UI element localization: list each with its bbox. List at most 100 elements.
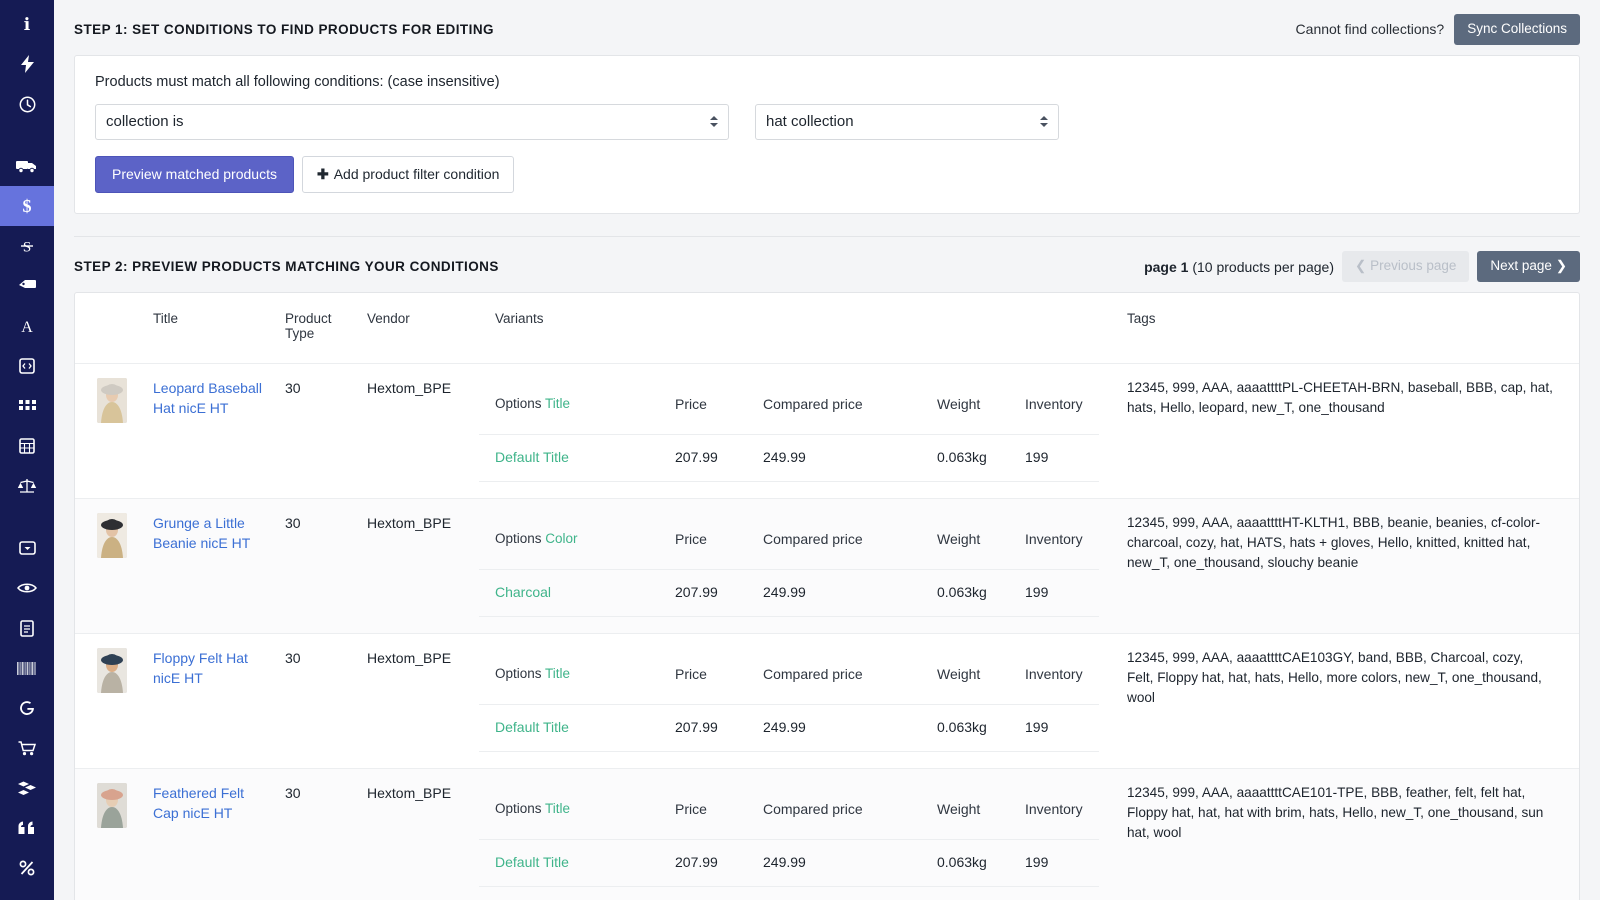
sidebar-item-preview[interactable] — [0, 568, 54, 608]
plus-icon: ✚ — [317, 166, 329, 182]
variants-head: Options TitlePriceCompared priceWeightIn… — [479, 378, 1099, 435]
variant-weight[interactable]: 0.063kg — [937, 840, 1025, 887]
variant-option-value[interactable]: Default Title — [479, 840, 675, 887]
variants-table: Options TitlePriceCompared priceWeightIn… — [479, 648, 1099, 752]
sidebar-item-inbox[interactable] — [0, 528, 54, 568]
variant-option-name: Color — [545, 531, 577, 546]
variant-inventory[interactable]: 199 — [1025, 840, 1099, 887]
sidebar-item-strike-s[interactable]: S — [0, 226, 54, 266]
condition-field-value: collection is — [106, 113, 184, 130]
variant-inventory[interactable]: 199 — [1025, 435, 1099, 482]
sidebar-item-boxes[interactable] — [0, 768, 54, 808]
col-tags-label: Tags — [1119, 311, 1156, 326]
sidebar-item-shipping[interactable] — [0, 146, 54, 186]
variant-price[interactable]: 207.99 — [675, 435, 763, 482]
product-thumbnail — [97, 378, 127, 423]
product-thumbnail-cell — [75, 499, 153, 634]
product-type-cell: 30 — [285, 364, 367, 499]
step1-title: STEP 1: SET CONDITIONS TO FIND PRODUCTS … — [74, 22, 494, 37]
variant-price[interactable]: 207.99 — [675, 570, 763, 617]
sidebar-item-font[interactable]: A — [0, 306, 54, 346]
percent-icon — [19, 860, 35, 876]
sidebar-item-spreadsheet[interactable] — [0, 426, 54, 466]
sidebar-item-info[interactable]: ℹ — [0, 4, 54, 44]
product-tags-value: 12345, 999, AAA, aaaattttCAE103GY, band,… — [1119, 648, 1579, 708]
variants-header-row: Options ColorPriceCompared priceWeightIn… — [479, 513, 1099, 570]
sidebar-item-google[interactable] — [0, 688, 54, 728]
sidebar-item-clock[interactable] — [0, 84, 54, 124]
variants-table: Options TitlePriceCompared priceWeightIn… — [479, 783, 1099, 887]
product-vendor-cell: Hextom_BPE — [367, 769, 479, 900]
product-title-link[interactable]: Leopard Baseball Hat nicE HT — [153, 378, 271, 418]
sync-collections-button[interactable]: Sync Collections — [1454, 14, 1580, 45]
sidebar-item-code-file[interactable] — [0, 346, 54, 386]
clock-icon — [19, 96, 36, 113]
table-row: Floppy Felt Hat nicE HT30Hextom_BPEOptio… — [75, 634, 1579, 769]
variant-col-weight: Weight — [937, 648, 1025, 705]
variant-price[interactable]: 207.99 — [675, 705, 763, 752]
variant-compared-price[interactable]: 249.99 — [763, 705, 937, 752]
variant-weight[interactable]: 0.063kg — [937, 705, 1025, 752]
sidebar-item-cart[interactable] — [0, 728, 54, 768]
eye-icon — [17, 582, 37, 594]
variant-option-value[interactable]: Charcoal — [479, 570, 675, 617]
variant-col-inventory: Inventory — [1025, 783, 1099, 840]
product-title-cell: Floppy Felt Hat nicE HT — [153, 634, 285, 769]
preview-matched-products-button[interactable]: Preview matched products — [95, 156, 294, 194]
sidebar-item-tag[interactable] — [0, 266, 54, 306]
variant-col-inventory: Inventory — [1025, 648, 1099, 705]
sidebar-item-document[interactable] — [0, 608, 54, 648]
product-title-cell: Feathered Felt Cap nicE HT — [153, 769, 285, 900]
add-product-filter-condition-button[interactable]: ✚Add product filter condition — [302, 156, 515, 194]
conditions-label: Products must match all following condit… — [95, 74, 1559, 90]
sidebar-item-barcode[interactable] — [0, 648, 54, 688]
variant-inventory[interactable]: 199 — [1025, 705, 1099, 752]
product-tags-cell: 12345, 999, AAA, aaaattttPL-CHEETAH-BRN,… — [1119, 364, 1579, 499]
variant-weight[interactable]: 0.063kg — [937, 435, 1025, 482]
sidebar-item-grid[interactable] — [0, 386, 54, 426]
product-vendor-cell: Hextom_BPE — [367, 364, 479, 499]
variant-option-value[interactable]: Default Title — [479, 435, 675, 482]
variant-weight[interactable]: 0.063kg — [937, 570, 1025, 617]
inbox-down-icon — [19, 541, 36, 555]
variant-col-inventory: Inventory — [1025, 378, 1099, 435]
products-table-body: Leopard Baseball Hat nicE HT30Hextom_BPE… — [75, 364, 1579, 900]
variant-option-value[interactable]: Default Title — [479, 705, 675, 752]
variant-inventory[interactable]: 199 — [1025, 570, 1099, 617]
product-vendor-value: Hextom_BPE — [367, 650, 451, 666]
google-g-icon — [19, 700, 35, 716]
product-tags-value: 12345, 999, AAA, aaaattttPL-CHEETAH-BRN,… — [1119, 378, 1579, 418]
left-sidebar: ℹ $ S A — [0, 0, 54, 900]
product-title-link[interactable]: Grunge a Little Beanie nicE HT — [153, 513, 271, 553]
next-page-button[interactable]: Next page ❯ — [1477, 251, 1580, 282]
variants-body: Default Title207.99249.990.063kg199 — [479, 705, 1099, 752]
condition-field-select[interactable]: collection is — [95, 104, 729, 140]
product-title-link[interactable]: Feathered Felt Cap nicE HT — [153, 783, 271, 823]
variant-price[interactable]: 207.99 — [675, 840, 763, 887]
product-tags-value: 12345, 999, AAA, aaaattttCAE101-TPE, BBB… — [1119, 783, 1579, 843]
variant-col-compared-price: Compared price — [763, 513, 937, 570]
variant-compared-price[interactable]: 249.99 — [763, 840, 937, 887]
sidebar-item-discount[interactable] — [0, 848, 54, 888]
variant-col-price: Price — [675, 648, 763, 705]
col-product-type: Product Type — [285, 293, 367, 364]
product-thumbnail — [97, 648, 127, 693]
page-number: page 1 — [1144, 259, 1188, 275]
product-title-link[interactable]: Floppy Felt Hat nicE HT — [153, 648, 271, 688]
sidebar-item-bolt[interactable] — [0, 44, 54, 84]
variant-col-weight: Weight — [937, 378, 1025, 435]
product-variants-cell: Options TitlePriceCompared priceWeightIn… — [479, 364, 1119, 499]
variant-option-name: Title — [545, 666, 570, 681]
variants-header-row: Options TitlePriceCompared priceWeightIn… — [479, 783, 1099, 840]
variant-col-compared-price: Compared price — [763, 378, 937, 435]
tag-icon — [18, 279, 37, 294]
conditions-panel: Products must match all following condit… — [74, 55, 1580, 215]
variant-compared-price[interactable]: 249.99 — [763, 435, 937, 482]
sidebar-item-quote[interactable] — [0, 808, 54, 848]
sidebar-item-scales[interactable] — [0, 466, 54, 506]
previous-page-button[interactable]: ❮ Previous page — [1342, 251, 1469, 282]
condition-value-select[interactable]: hat collection — [755, 104, 1059, 140]
sidebar-item-bulk-price-editor[interactable]: $ — [0, 186, 54, 226]
variant-compared-price[interactable]: 249.99 — [763, 570, 937, 617]
products-table-head: Title Product Type Vendor Variants Tags — [75, 293, 1579, 364]
